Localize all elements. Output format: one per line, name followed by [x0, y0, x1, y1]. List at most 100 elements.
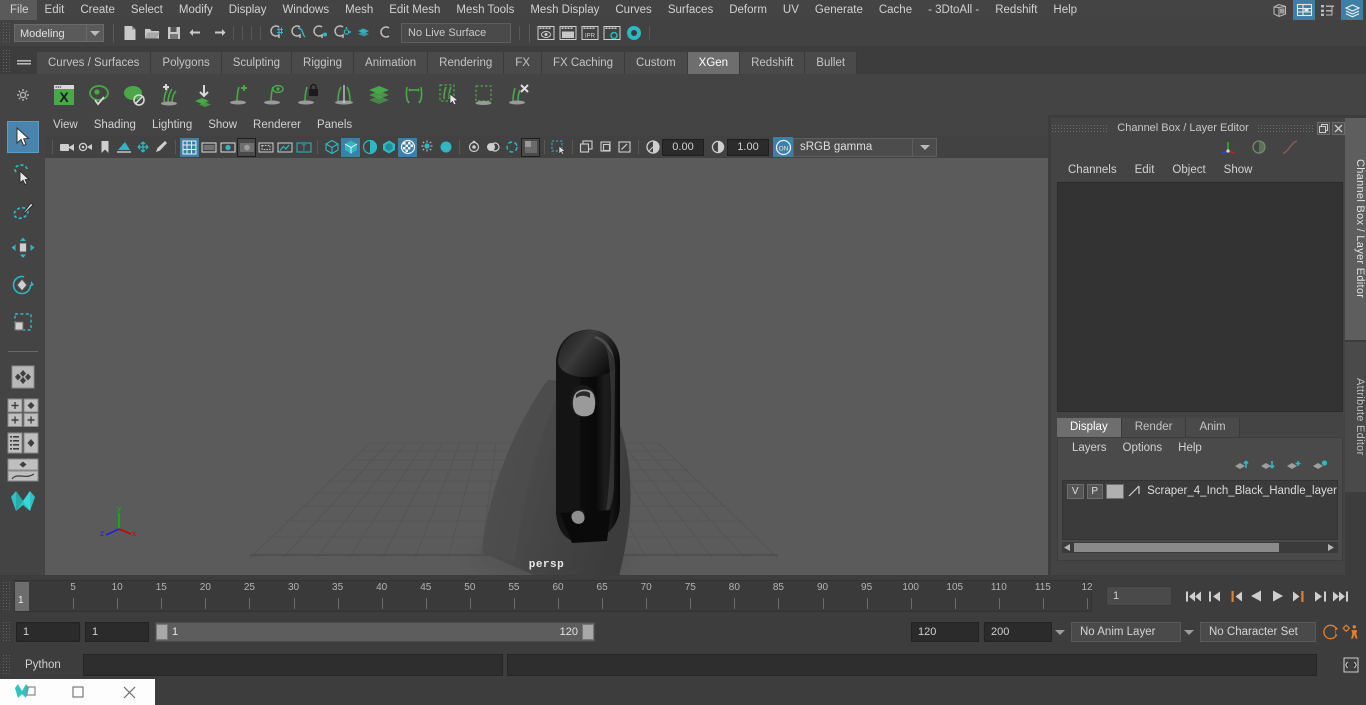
- viewport-menu-view[interactable]: View: [45, 115, 86, 136]
- select-tool-button[interactable]: [6, 121, 39, 153]
- exposure-icon[interactable]: [643, 138, 662, 157]
- snap-to-view-plane-icon[interactable]: [353, 22, 375, 44]
- bookmark-icon[interactable]: [95, 138, 114, 157]
- shelf-tab-rendering[interactable]: Rendering: [428, 52, 505, 74]
- menu-3dtoall[interactable]: - 3DtoAll -: [920, 0, 987, 20]
- undock-icon[interactable]: [1317, 121, 1330, 135]
- wireframe-icon[interactable]: [322, 138, 341, 157]
- close-icon[interactable]: [1332, 121, 1345, 135]
- layout-outliner-persp[interactable]: [7, 432, 39, 454]
- lasso-select-tool-button[interactable]: [7, 158, 39, 190]
- command-input-field[interactable]: [83, 653, 503, 676]
- menu-generate[interactable]: Generate: [807, 0, 871, 20]
- layer-menu-options[interactable]: Options: [1115, 438, 1171, 458]
- menu-help[interactable]: Help: [1045, 0, 1085, 20]
- textured-icon[interactable]: [379, 138, 398, 157]
- menu-display[interactable]: Display: [221, 0, 275, 20]
- grease-pencil-icon[interactable]: [152, 138, 171, 157]
- xray-joints-icon[interactable]: [596, 138, 615, 157]
- color-management-toggle-icon[interactable]: ON: [773, 137, 793, 157]
- range-start-time-field[interactable]: 1: [85, 622, 149, 642]
- animation-start-time-field[interactable]: 1: [16, 622, 80, 642]
- shelf-options-icon[interactable]: [0, 74, 45, 115]
- modeling-toolkit-icon[interactable]: [1269, 0, 1291, 21]
- menu-redshift[interactable]: Redshift: [987, 0, 1045, 20]
- character-set-field[interactable]: No Character Set: [1200, 622, 1316, 642]
- exposure-field[interactable]: 0.00: [662, 138, 704, 156]
- render-sequence-icon[interactable]: [557, 22, 579, 44]
- viewport-menu-show[interactable]: Show: [200, 115, 245, 136]
- xgen-sculpt-layers-icon[interactable]: [362, 78, 396, 112]
- viewport-menu-panels[interactable]: Panels: [309, 115, 360, 136]
- shelf-tab-fx[interactable]: FX: [504, 52, 542, 74]
- range-end-handle[interactable]: [582, 624, 594, 640]
- grid-toggle-icon[interactable]: [180, 137, 199, 157]
- xgen-show-guide-icon[interactable]: [257, 78, 291, 112]
- layout-persp-graph[interactable]: [7, 458, 39, 482]
- isolate-select-icon[interactable]: [521, 137, 540, 157]
- resolution-gate-icon[interactable]: [218, 138, 237, 157]
- camera-attributes-icon[interactable]: [76, 138, 95, 157]
- current-time-indicator[interactable]: 1: [15, 582, 29, 611]
- play-backwards-icon[interactable]: [1247, 585, 1266, 607]
- shelf-grip[interactable]: [2, 49, 11, 74]
- rotate-tool-button[interactable]: [7, 269, 39, 301]
- side-tab-attribute-editor[interactable]: Attribute Editor: [1345, 342, 1366, 492]
- shelf-tab-rigging[interactable]: Rigging: [292, 52, 355, 74]
- layer-tab-render[interactable]: Render: [1121, 418, 1187, 437]
- layer-tab-anim[interactable]: Anim: [1186, 418, 1240, 437]
- shelf-tab-fx-caching[interactable]: FX Caching: [541, 52, 626, 74]
- viewport-menu-shading[interactable]: Shading: [86, 115, 144, 136]
- menu-mesh-tools[interactable]: Mesh Tools: [448, 0, 522, 20]
- range-slider-grip[interactable]: [2, 621, 11, 643]
- xgen-region-mask-icon[interactable]: [467, 78, 501, 112]
- scrollbar-thumb[interactable]: [1074, 543, 1279, 552]
- go-to-end-icon[interactable]: [1331, 585, 1350, 607]
- menu-curves[interactable]: Curves: [607, 0, 659, 20]
- animation-end-time-field[interactable]: 200: [984, 622, 1052, 642]
- shelf-tab-redshift[interactable]: Redshift: [740, 52, 806, 74]
- scale-tool-button[interactable]: [7, 306, 39, 338]
- shelf-tab-xgen[interactable]: XGen: [687, 52, 741, 74]
- restore-window-icon[interactable]: [52, 679, 104, 705]
- range-start-handle[interactable]: [156, 624, 168, 640]
- smooth-shade-all-icon[interactable]: [341, 137, 360, 157]
- shelf-tab-custom[interactable]: Custom: [625, 52, 688, 74]
- open-scene-icon[interactable]: [141, 22, 163, 44]
- shelf-tab-curves-surfaces[interactable]: Curves / Surfaces: [37, 52, 152, 74]
- screen-space-ao-icon[interactable]: [436, 138, 455, 157]
- layer-tab-display[interactable]: Display: [1057, 418, 1122, 437]
- snap-to-point-icon[interactable]: [309, 22, 331, 44]
- create-empty-layer-icon[interactable]: [1286, 459, 1302, 477]
- menu-edit-mesh[interactable]: Edit Mesh: [381, 0, 448, 20]
- shaded-wireframe-icon[interactable]: [360, 138, 379, 157]
- xgen-lock-guide-icon[interactable]: [292, 78, 326, 112]
- menu-modify[interactable]: Modify: [171, 0, 221, 20]
- safe-title-icon[interactable]: T: [294, 138, 313, 157]
- layer-list[interactable]: V P Scraper_4_Inch_Black_Handle_layer: [1062, 480, 1338, 540]
- channel-menu-edit[interactable]: Edit: [1126, 160, 1164, 180]
- layout-single-and-four-view[interactable]: [7, 398, 39, 428]
- menu-deform[interactable]: Deform: [721, 0, 775, 20]
- layer-row[interactable]: V P Scraper_4_Inch_Black_Handle_layer: [1063, 481, 1337, 501]
- go-to-start-icon[interactable]: [1184, 585, 1203, 607]
- layer-name[interactable]: Scraper_4_Inch_Black_Handle_layer: [1144, 485, 1337, 497]
- menu-windows[interactable]: Windows: [274, 0, 337, 20]
- xgen-convert-to-interactive-icon[interactable]: [397, 78, 431, 112]
- character-set-dropdown-arrow[interactable]: [1181, 622, 1197, 642]
- channel-box-toggle-icon[interactable]: [1293, 0, 1315, 21]
- gamma-icon[interactable]: [708, 138, 727, 157]
- xray-icon[interactable]: [577, 138, 596, 157]
- shelf-menu-icon[interactable]: [11, 49, 37, 74]
- menu-surfaces[interactable]: Surfaces: [660, 0, 721, 20]
- image-plane-icon[interactable]: [114, 138, 133, 157]
- menu-mesh-display[interactable]: Mesh Display: [522, 0, 607, 20]
- gamma-field[interactable]: 1.00: [727, 138, 769, 156]
- step-back-frame-icon[interactable]: [1205, 585, 1224, 607]
- status-line-grip[interactable]: [2, 22, 11, 44]
- spline-icon[interactable]: [1281, 139, 1299, 160]
- manipulator-icon[interactable]: [1220, 139, 1237, 160]
- time-slider-track[interactable]: 1 5 10 15 20 25 30 35 40 45 50 55 60 65 70 75 80 85 90 95 1…: [14, 580, 1093, 612]
- field-chart-icon[interactable]: [256, 138, 275, 157]
- script-editor-icon[interactable]: [1341, 654, 1360, 676]
